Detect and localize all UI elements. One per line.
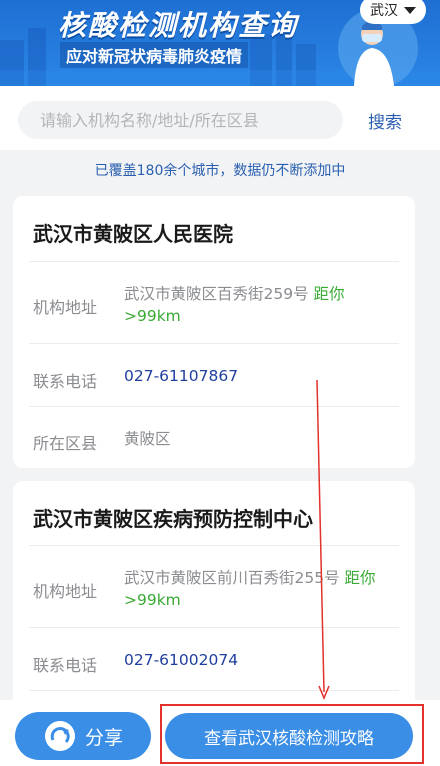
header-banner: 核酸检测机构查询 应对新冠状病毒肺炎疫情 武汉 (0, 0, 440, 86)
institution-card[interactable]: 武汉市黄陂区疾病预防控制中心 机构地址 武汉市黄陂区前川百秀街255号 距你 >… (13, 481, 415, 721)
coverage-notice: 已覆盖180余个城市，数据仍不断添加中 (94, 163, 346, 179)
banner-title: 核酸检测机构查询 (58, 9, 299, 42)
address-text: 武汉市黄陂区前川百秀街255号 (124, 569, 340, 587)
address-label: 机构地址 (33, 298, 98, 317)
search-input[interactable] (18, 101, 343, 139)
share-icon (44, 721, 75, 751)
bottom-action-bar: 分享 查看武汉核酸检测攻略 (0, 700, 440, 766)
district-value: 黄陂区 (124, 430, 171, 448)
distance-value: >99km (124, 307, 181, 325)
divider (29, 261, 399, 262)
divider (29, 690, 399, 691)
distance-value: >99km (124, 591, 181, 609)
address-label: 机构地址 (33, 582, 98, 601)
banner-subtitle: 应对新冠状病毒肺炎疫情 (60, 42, 249, 68)
address-text: 武汉市黄陂区百秀街259号 (124, 285, 309, 303)
distance-label: 距你 (313, 285, 345, 303)
divider (29, 627, 399, 628)
phone-label: 联系电话 (33, 656, 98, 675)
divider (29, 406, 399, 407)
district-label: 所在区县 (33, 434, 98, 453)
share-label: 分享 (84, 726, 123, 749)
city-selector[interactable]: 武汉 (360, 0, 426, 24)
search-bar: 搜索 (0, 86, 440, 150)
caret-down-icon (404, 6, 416, 14)
divider (29, 545, 399, 546)
view-guide-button[interactable]: 查看武汉核酸检测攻略 (165, 713, 413, 759)
city-name: 武汉 (370, 3, 398, 19)
phone-label: 联系电话 (33, 372, 98, 391)
institution-name: 武汉市黄陂区人民医院 (33, 222, 233, 246)
share-button[interactable]: 分享 (15, 712, 151, 760)
phone-number[interactable]: 027-61002074 (124, 651, 238, 669)
distance-label: 距你 (344, 569, 376, 587)
search-button[interactable]: 搜索 (368, 108, 402, 133)
address-value: 武汉市黄陂区前川百秀街255号 距你 >99km (124, 567, 394, 611)
institution-card[interactable]: 武汉市黄陂区人民医院 机构地址 武汉市黄陂区百秀街259号 距你 >99km 联… (13, 196, 415, 468)
phone-number[interactable]: 027-61107867 (124, 367, 238, 385)
divider (29, 343, 399, 344)
institution-name: 武汉市黄陂区疾病预防控制中心 (33, 507, 313, 531)
address-value: 武汉市黄陂区百秀街259号 距你 >99km (124, 283, 394, 327)
